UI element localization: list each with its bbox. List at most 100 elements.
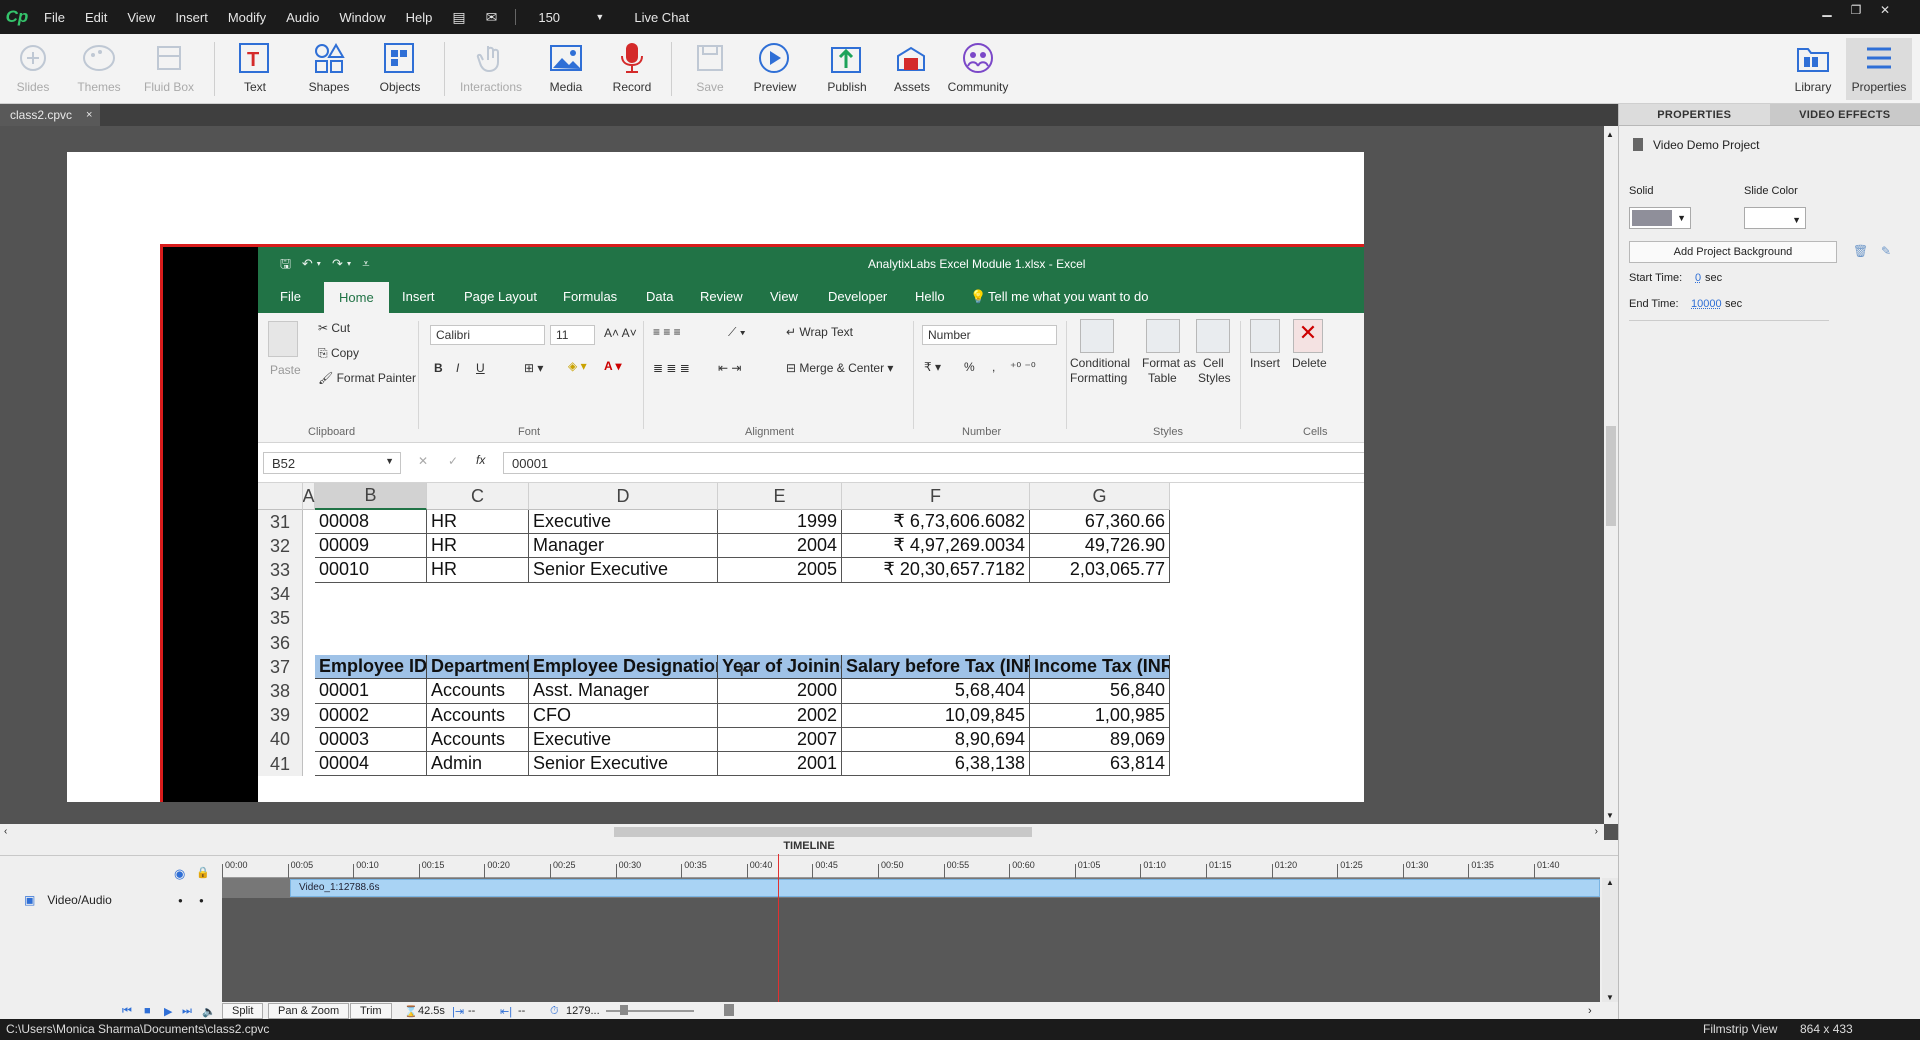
save-button[interactable]: Save [677, 38, 743, 100]
excel-tab-home[interactable]: Home [324, 282, 389, 313]
table-cell[interactable]: 1,00,985 [1030, 703, 1170, 728]
table-cell[interactable]: ₹ 6,73,606.6082 [842, 510, 1030, 535]
stop-icon[interactable]: ■ [144, 1005, 151, 1017]
table-cell[interactable] [315, 607, 427, 631]
table-header-cell[interactable]: Department [427, 655, 529, 680]
column-header-c[interactable]: C [427, 483, 529, 510]
table-cell[interactable]: 6,38,138 [842, 752, 1030, 777]
zoom-select[interactable]: 150 ▼ [524, 10, 612, 25]
lock-icon[interactable]: 🔒 [196, 866, 210, 879]
table-cell[interactable]: ₹ 20,30,657.7182 [842, 558, 1030, 583]
menu-insert[interactable]: Insert [165, 10, 218, 25]
table-cell[interactable]: 00009 [315, 534, 427, 559]
italic-button[interactable]: I [456, 361, 459, 375]
mail-icon[interactable]: ✉ [476, 9, 508, 26]
copy-button[interactable]: ⎘ Copy [318, 346, 359, 361]
table-cell[interactable]: 00008 [315, 510, 427, 535]
end-time-value[interactable]: 10000 [1691, 298, 1722, 310]
row-header[interactable]: 32 [258, 534, 303, 559]
video-frame[interactable]: 🖫 ↶ ▾ ↷ ▾ ⩡ AnalytixLabs Excel Module 1.… [160, 244, 1364, 802]
timeline-h-scroll-thumb[interactable] [724, 1004, 734, 1016]
font-name-select[interactable]: Calibri [430, 325, 545, 345]
enter-icon[interactable]: ✓ [448, 454, 458, 468]
table-cell[interactable]: 00004 [315, 752, 427, 777]
column-header-g[interactable]: G [1030, 483, 1170, 510]
column-header-f[interactable]: F [842, 483, 1030, 510]
cancel-icon[interactable]: ✕ [418, 454, 428, 468]
table-cell[interactable] [529, 607, 718, 631]
comma-style-icon[interactable]: , [992, 360, 995, 374]
orientation-icon[interactable]: ⟋ ▾ [728, 325, 746, 340]
document-tab[interactable]: class2.cpvc × [0, 104, 100, 126]
close-icon[interactable]: × [86, 109, 92, 121]
menu-edit[interactable]: Edit [75, 10, 117, 25]
text-button[interactable]: T Text [222, 38, 288, 100]
add-project-background-button[interactable]: Add Project Background [1629, 241, 1837, 263]
split-button[interactable]: Split [222, 1003, 264, 1019]
timeline-ruler[interactable]: 00:00 00:05 00:10 00:15 00:20 00:25 00:30 00:35… [222, 860, 1600, 878]
preview-button[interactable]: Preview [742, 38, 808, 100]
menu-view[interactable]: View [117, 10, 165, 25]
table-header-cell[interactable]: Employee Designation [529, 655, 718, 680]
excel-tab-review[interactable]: Review [700, 280, 743, 313]
table-cell[interactable]: Senior Executive [529, 558, 718, 583]
table-cell[interactable]: Senior Executive [529, 752, 718, 777]
forward-icon[interactable]: ⏭ [182, 1005, 192, 1018]
row-header[interactable]: 33 [258, 558, 303, 583]
pan-zoom-button[interactable]: Pan & Zoom [268, 1003, 350, 1019]
table-cell[interactable]: HR [427, 534, 529, 559]
row-header[interactable]: 38 [258, 679, 303, 704]
table-cell[interactable] [427, 631, 529, 655]
pencil-icon[interactable]: ✎ [1881, 244, 1891, 258]
fill-color-icon[interactable]: ◈ ▾ [568, 359, 587, 373]
table-cell[interactable]: 1999 [718, 510, 842, 535]
table-cell[interactable]: Admin [427, 752, 529, 777]
table-cell[interactable]: 2004 [718, 534, 842, 559]
table-cell[interactable]: 67,360.66 [1030, 510, 1170, 535]
table-cell[interactable]: Accounts [427, 679, 529, 704]
scroll-up-icon[interactable]: ▲ [1606, 130, 1614, 139]
row-header[interactable]: 31 [258, 510, 303, 535]
font-color-icon[interactable]: A ▾ [604, 359, 622, 373]
scroll-up-icon[interactable]: ▲ [1606, 878, 1614, 887]
table-cell[interactable] [529, 631, 718, 655]
table-cell[interactable]: 8,90,694 [842, 727, 1030, 752]
table-cell[interactable]: 00002 [315, 703, 427, 728]
solid-color-swatch[interactable]: ▼ [1629, 207, 1691, 229]
rewind-icon[interactable]: ⏮ [122, 1005, 132, 1018]
table-cell[interactable] [1030, 631, 1170, 655]
table-cell[interactable] [427, 583, 529, 607]
media-button[interactable]: Media [533, 38, 599, 100]
table-cell[interactable]: 49,726.90 [1030, 534, 1170, 559]
column-header-e[interactable]: E [718, 483, 842, 510]
clipboard-icon[interactable] [268, 321, 298, 357]
table-cell[interactable]: Executive [529, 727, 718, 752]
table-cell[interactable]: Accounts [427, 703, 529, 728]
shapes-button[interactable]: Shapes [296, 38, 362, 100]
menu-file[interactable]: File [34, 10, 75, 25]
select-all-corner[interactable] [258, 483, 303, 510]
tab-video-effects[interactable]: VIDEO EFFECTS [1769, 104, 1920, 125]
excel-tell-me[interactable]: Tell me what you want to do [988, 280, 1148, 313]
formula-input[interactable]: 00001 [503, 452, 1364, 474]
close-icon[interactable]: ✕ [1871, 0, 1899, 20]
stage-vertical-scrollbar[interactable]: ▲ ▼ [1604, 126, 1618, 824]
track-visibility-dot[interactable]: ● [178, 896, 183, 905]
menu-help[interactable]: Help [396, 10, 443, 25]
table-cell[interactable] [718, 631, 842, 655]
fluid-box-button[interactable]: Fluid Box [136, 38, 202, 100]
track-row[interactable]: ▣ Video/Audio ● ● [0, 890, 222, 910]
cut-button[interactable]: ✂ Cut [318, 321, 350, 335]
table-cell[interactable]: 56,840 [1030, 679, 1170, 704]
align-top-icon[interactable]: ≡ ≡ ≡ [653, 325, 681, 339]
table-cell[interactable] [718, 607, 842, 631]
view-mode[interactable]: Filmstrip View [1703, 1022, 1777, 1036]
indent-icon[interactable]: ⇤ ⇥ [718, 361, 741, 375]
interactions-button[interactable]: Interactions [458, 38, 524, 100]
table-cell[interactable] [842, 631, 1030, 655]
table-cell[interactable]: Executive [529, 510, 718, 535]
table-cell[interactable] [315, 583, 427, 607]
table-cell[interactable] [1030, 583, 1170, 607]
row-header[interactable]: 35 [258, 606, 303, 631]
table-cell[interactable]: 2,03,065.77 [1030, 558, 1170, 583]
